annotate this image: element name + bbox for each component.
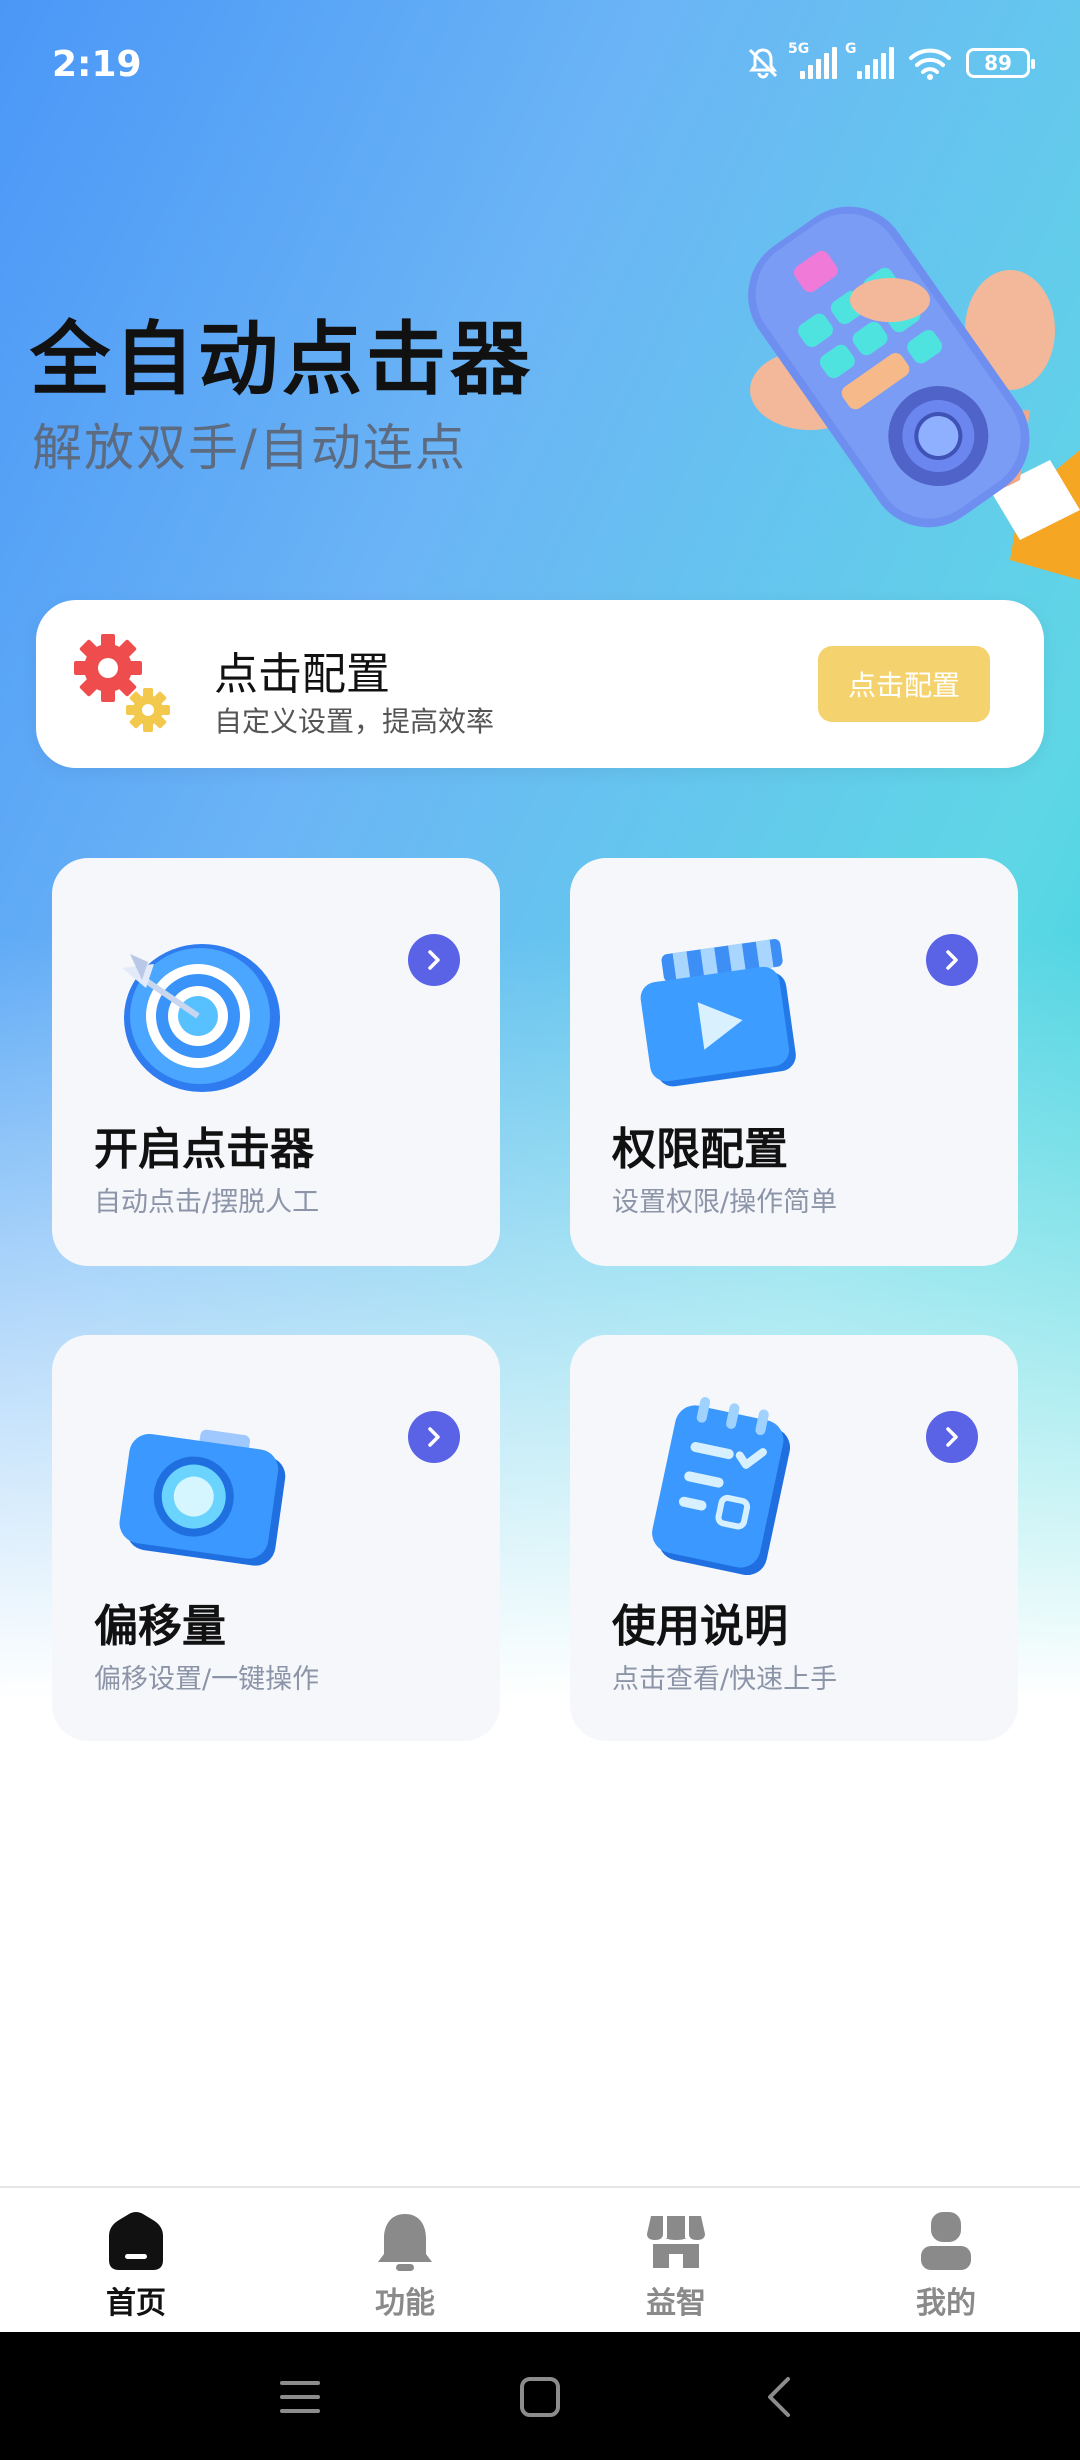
click-config-card[interactable]: 点击配置 自定义设置，提高效率 点击配置 <box>36 600 1044 768</box>
square-icon <box>520 2377 560 2417</box>
back-chevron-icon <box>768 2377 790 2417</box>
click-config-button[interactable]: 点击配置 <box>818 646 990 722</box>
remote-control-illustration <box>748 206 1080 580</box>
hero-subtitle: 解放双手/自动连点 <box>32 419 467 477</box>
home-icon <box>109 2212 163 2270</box>
status-icons: 5G G 89 <box>746 41 1035 80</box>
bell-icon <box>378 2214 432 2271</box>
target-icon <box>122 944 280 1092</box>
status-time: 2:19 <box>52 44 142 85</box>
video-clapper-icon <box>640 939 796 1087</box>
nav-item-mine[interactable]: 我的 <box>866 2210 1026 2322</box>
nav-label: 益智 <box>646 2286 706 2321</box>
battery-level: 89 <box>984 51 1012 75</box>
feature-title: 偏移量 <box>94 1601 226 1652</box>
feature-title: 开启点击器 <box>94 1124 314 1175</box>
gears-icon <box>74 634 170 732</box>
bottom-navigation: 首页 功能 益智 我的 <box>0 2186 1080 2332</box>
signal-g-icon: G <box>845 41 894 79</box>
hero-title: 全自动点击器 <box>30 313 534 406</box>
signal-5g-icon: 5G <box>788 41 837 79</box>
nav-item-puzzle[interactable]: 益智 <box>596 2210 756 2322</box>
home-button[interactable] <box>500 2362 580 2432</box>
signal-g-tag: G <box>845 41 857 57</box>
nav-label: 功能 <box>375 2286 435 2321</box>
chevron-right-icon[interactable] <box>408 934 460 986</box>
battery-icon: 89 <box>966 48 1035 78</box>
wifi-icon <box>909 48 951 80</box>
feature-card-instructions[interactable]: 使用说明 点击查看/快速上手 <box>570 1335 1018 1741</box>
nav-label: 我的 <box>916 2286 976 2321</box>
feature-subtitle: 偏移设置/一键操作 <box>94 1664 320 1695</box>
feature-card-permissions[interactable]: 权限配置 设置权限/操作简单 <box>570 858 1018 1266</box>
nav-item-features[interactable]: 功能 <box>325 2210 485 2322</box>
chevron-right-icon[interactable] <box>408 1411 460 1463</box>
config-title: 点击配置 <box>214 649 390 700</box>
nav-item-home[interactable]: 首页 <box>56 2210 216 2322</box>
system-navigation-bar <box>0 2332 1080 2460</box>
config-subtitle: 自定义设置，提高效率 <box>214 705 495 738</box>
notebook-icon <box>652 1397 791 1575</box>
nav-label: 首页 <box>106 2286 166 2321</box>
store-icon <box>647 2216 705 2268</box>
camera-icon <box>119 1429 286 1566</box>
user-icon <box>921 2212 971 2270</box>
status-bar: 2:19 5G G 89 <box>0 0 1080 136</box>
feature-card-start-clicker[interactable]: 开启点击器 自动点击/摆脱人工 <box>52 858 500 1266</box>
chevron-right-icon[interactable] <box>926 934 978 986</box>
chevron-right-icon[interactable] <box>926 1411 978 1463</box>
feature-subtitle: 自动点击/摆脱人工 <box>94 1187 320 1218</box>
mute-bell-icon <box>748 48 778 79</box>
recent-apps-button[interactable] <box>260 2362 340 2432</box>
feature-card-offset[interactable]: 偏移量 偏移设置/一键操作 <box>52 1335 500 1741</box>
feature-subtitle: 设置权限/操作简单 <box>612 1187 838 1218</box>
feature-subtitle: 点击查看/快速上手 <box>612 1664 838 1695</box>
signal-5g-tag: 5G <box>788 41 810 57</box>
feature-title: 权限配置 <box>612 1124 788 1175</box>
menu-icon <box>280 2381 320 2413</box>
back-button[interactable] <box>740 2362 820 2432</box>
feature-title: 使用说明 <box>612 1601 788 1652</box>
